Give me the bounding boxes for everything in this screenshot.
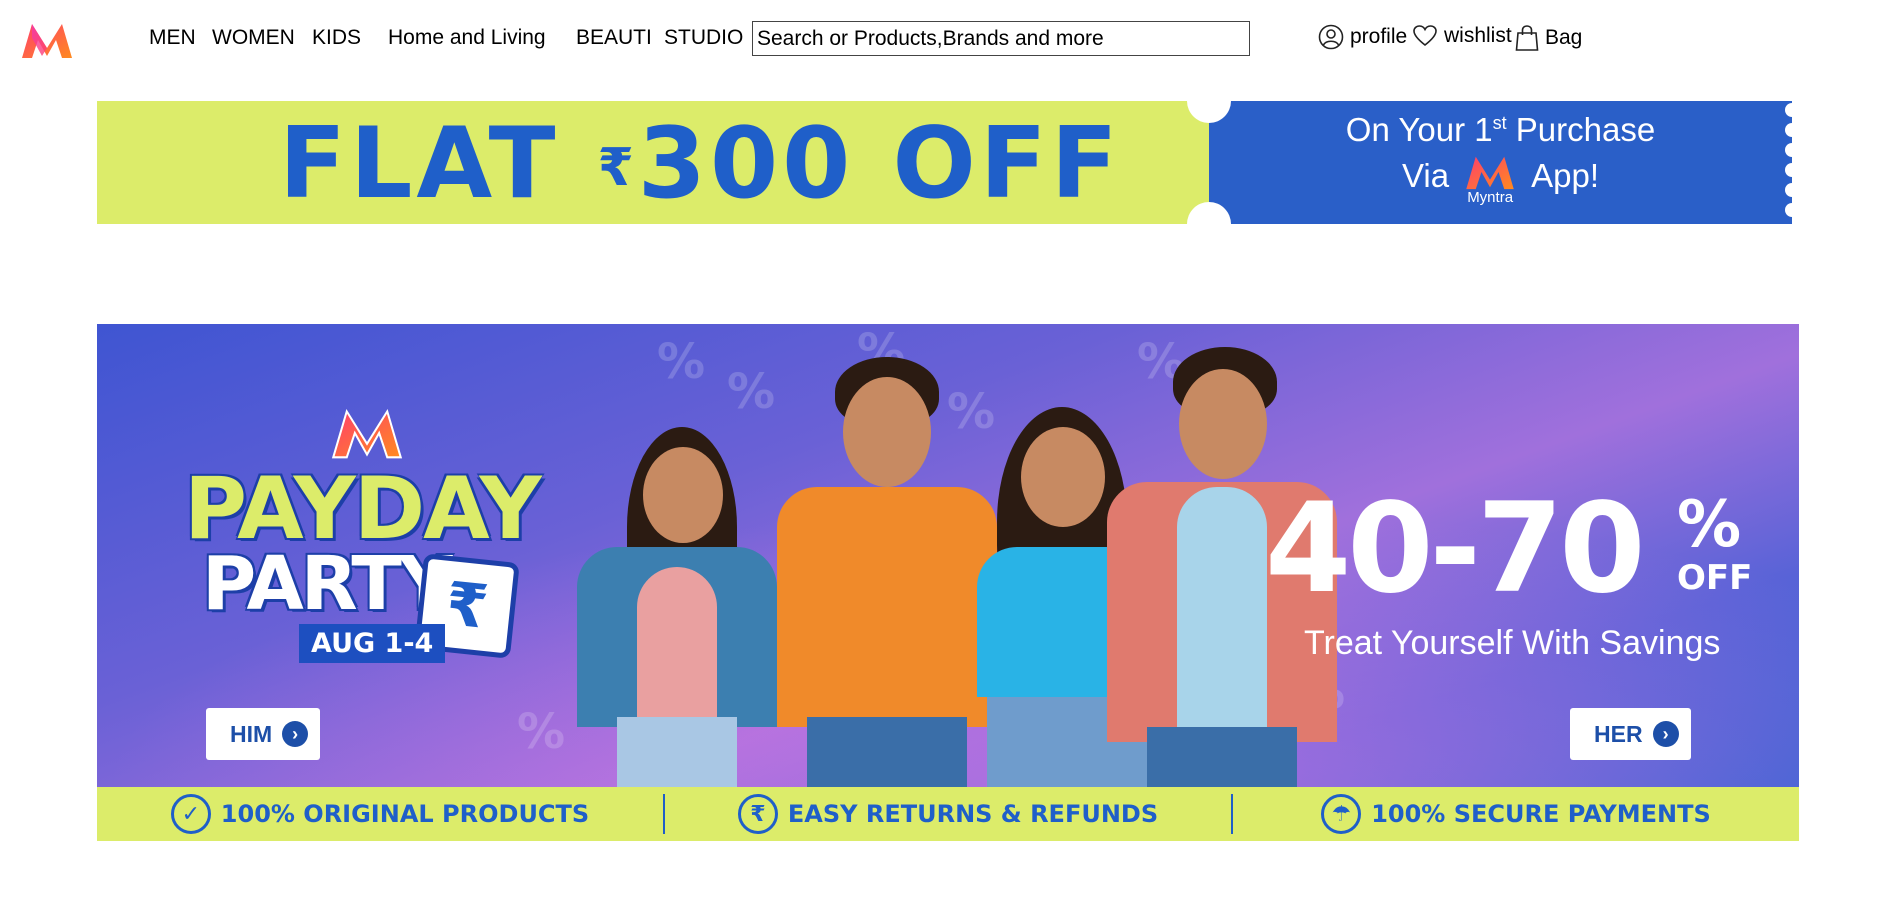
promo-headline: FLAT ₹300 OFF (279, 109, 1122, 219)
promo-line1-suffix: Purchase (1506, 111, 1656, 148)
wishlist-label: wishlist (1444, 24, 1512, 47)
chevron-right-icon: › (282, 721, 309, 747)
off-label: OFF (1677, 558, 1753, 598)
chevron-right-icon: › (1652, 721, 1679, 747)
profile-icon (1318, 24, 1344, 50)
promo-via: Via (1402, 157, 1450, 194)
promo-line1-prefix: On Your 1 (1345, 111, 1493, 148)
bag-label: Bag (1545, 26, 1583, 49)
myntra-app-logo: Myntra (1463, 153, 1517, 206)
party-title: PARTY (202, 541, 452, 627)
benefit-label: EASY RETURNS & REFUNDS (787, 800, 1159, 828)
benefit-original-products: ✓ 100% ORIGINAL PRODUCTS (97, 787, 663, 841)
wishlist-link[interactable]: wishlist (1412, 24, 1512, 48)
profile-label: profile (1350, 25, 1408, 48)
percent-pattern: % (727, 364, 776, 420)
promo-app: App! (1531, 157, 1599, 194)
person-woman-denim-jacket (567, 427, 787, 787)
bag-icon (1515, 25, 1539, 51)
promo-line1-sup: st (1492, 113, 1507, 133)
benefit-label: 100% SECURE PAYMENTS (1371, 800, 1711, 828)
promo-brand-name: Myntra (1467, 189, 1514, 206)
myntra-logo-icon (1466, 156, 1514, 190)
top-navbar: MEN WOMEN KIDS Home and Living BEAUTI ST… (0, 0, 1891, 80)
bag-link[interactable]: Bag (1515, 24, 1582, 52)
promo-banner[interactable]: FLAT ₹300 OFF On Your 1st Purchase Via M… (97, 101, 1792, 224)
check-circle-icon: ✓ (170, 794, 211, 834)
benefit-easy-returns: ₹ EASY RETURNS & REFUNDS (665, 787, 1231, 841)
percent-symbol: % (1677, 488, 1742, 562)
myntra-logo-icon (331, 408, 403, 459)
her-label: HER (1594, 720, 1643, 747)
nav-women[interactable]: WOMEN (212, 26, 295, 50)
hero-tagline: Treat Yourself With Savings (1304, 624, 1721, 662)
promo-flat-text: FLAT (279, 107, 560, 221)
discount-range: 40-70 (1265, 477, 1646, 621)
promo-via-app-text: Via Myntra App! (1209, 156, 1792, 206)
search-input[interactable] (752, 21, 1250, 56)
benefits-bar: ✓ 100% ORIGINAL PRODUCTS ₹ EASY RETURNS … (97, 787, 1799, 841)
promo-left-panel: FLAT ₹300 OFF (97, 101, 1209, 224)
promo-currency: ₹ (597, 138, 638, 198)
him-label: HIM (230, 720, 273, 747)
benefit-secure-payments: ☂ 100% SECURE PAYMENTS (1233, 787, 1799, 841)
shop-him-button[interactable]: HIM › (206, 708, 321, 760)
nav-home-and-living[interactable]: Home and Living (388, 26, 546, 50)
percent-pattern: % (517, 704, 566, 760)
promo-first-purchase-text: On Your 1st Purchase (1209, 111, 1792, 149)
payday-party-hero-banner[interactable]: % % % % % % % % PAYDAY PARTY ₹ AUG 1-4 H (97, 324, 1799, 787)
nav-kids[interactable]: KIDS (312, 26, 361, 50)
percent-off: % OFF (1677, 492, 1752, 596)
rupee-return-icon: ₹ (737, 794, 778, 834)
promo-amount: 300 OFF (637, 107, 1122, 221)
shop-her-button[interactable]: HER › (1570, 708, 1691, 760)
nav-men[interactable]: MEN (149, 26, 196, 50)
profile-link[interactable]: profile (1318, 24, 1407, 50)
nav-beauty[interactable]: BEAUTI (576, 26, 652, 50)
heart-icon (1413, 25, 1437, 47)
benefit-label: 100% ORIGINAL PRODUCTS (220, 800, 590, 828)
percent-pattern: % (657, 334, 706, 390)
umbrella-shield-icon: ☂ (1321, 794, 1362, 834)
sale-dates: AUG 1-4 (299, 624, 446, 663)
nav-studio[interactable]: STUDIO (664, 26, 743, 50)
myntra-logo[interactable] (20, 20, 74, 60)
